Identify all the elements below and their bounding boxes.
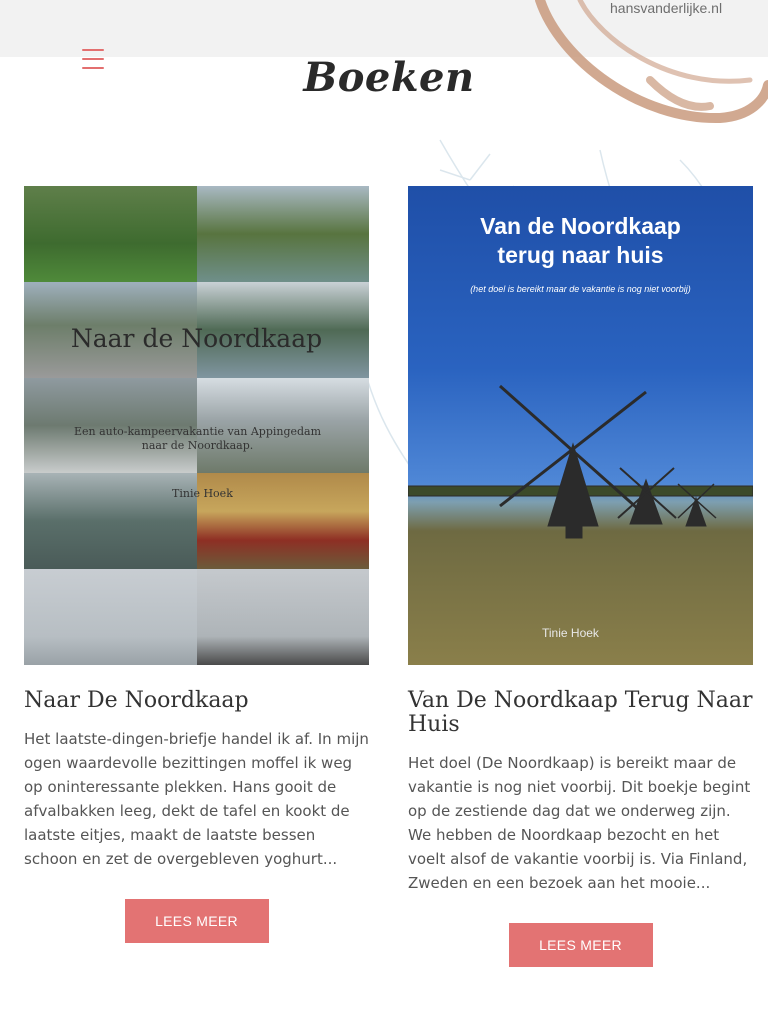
book-cover-image[interactable]: Naar de Noordkaap Een auto-kampeervakant…: [24, 186, 369, 665]
cover-title: Naar de Noordkaap: [70, 324, 323, 353]
book-title[interactable]: Naar De Noordkaap: [24, 689, 369, 713]
read-more-button[interactable]: LEES MEER: [508, 923, 653, 967]
read-more-button[interactable]: LEES MEER: [124, 899, 269, 943]
book-card: Naar de Noordkaap Een auto-kampeervakant…: [24, 186, 369, 943]
book-excerpt: Het laatste-dingen-briefje handel ik af.…: [24, 730, 369, 868]
cover-subtitle: Een auto-kampeervakantie van Appingedam …: [73, 425, 322, 452]
cover-title-line-2: terug naar huis: [497, 242, 664, 268]
site-name[interactable]: hansvanderlijke.nl: [610, 0, 722, 16]
cover-subtitle: (het doel is bereikt maar de vakantie is…: [470, 284, 691, 294]
cover-author: Tinie Hoek: [172, 487, 233, 500]
cover-author: Tinie Hoek: [542, 626, 599, 640]
page-title: Boeken: [303, 54, 475, 101]
book-title[interactable]: Van De Noordkaap Terug Naar Huis: [408, 689, 753, 737]
cover-title-line-1: Van de Noordkaap: [480, 213, 681, 239]
book-excerpt: Het doel (De Noordkaap) is bereikt maar …: [408, 754, 751, 892]
hamburger-icon: [82, 49, 104, 51]
book-card: Van de Noordkaap terug naar huis (het do…: [408, 186, 753, 967]
book-cover-image[interactable]: Van de Noordkaap terug naar huis (het do…: [408, 186, 753, 665]
cover-title: Van de Noordkaap terug naar huis: [408, 212, 753, 270]
